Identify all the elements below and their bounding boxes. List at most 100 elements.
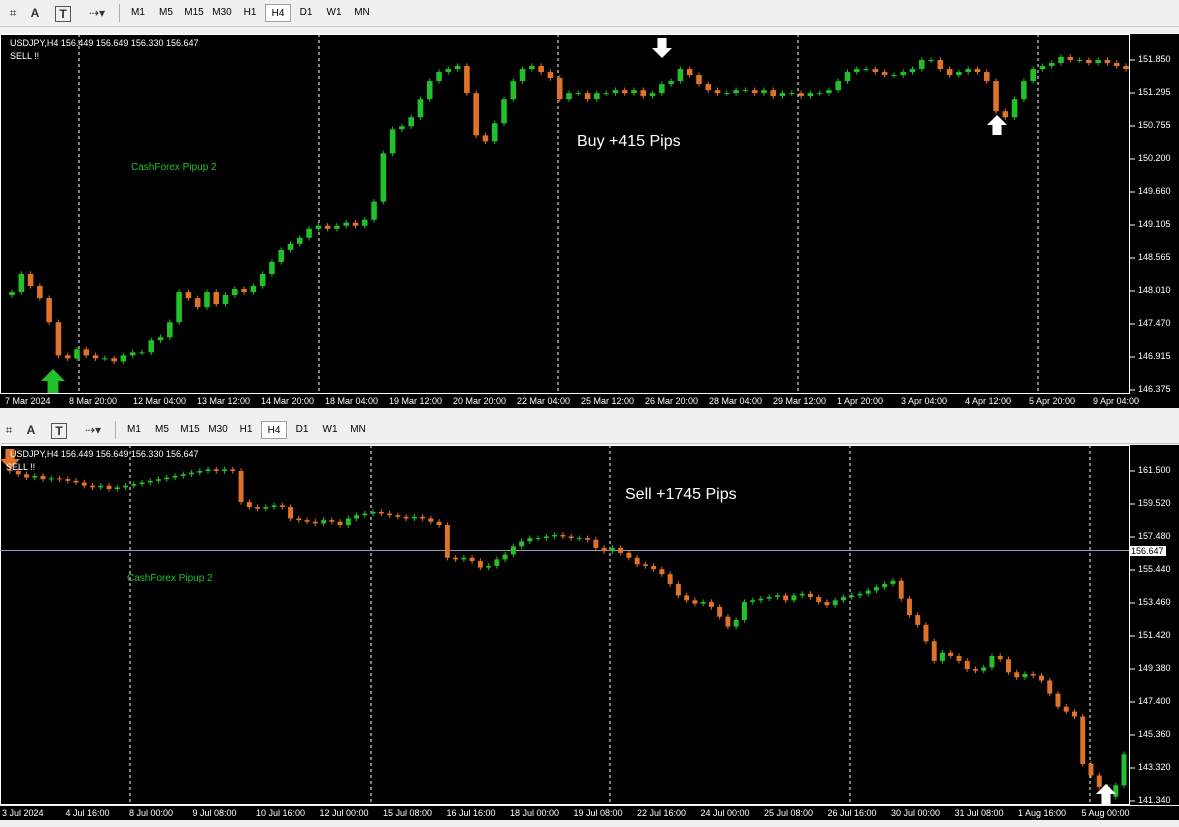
chart-top-canvas[interactable] <box>0 34 1179 394</box>
timeframe-m30[interactable]: M30 <box>205 421 231 439</box>
candle-bull <box>873 587 879 591</box>
candle-bull <box>677 69 684 82</box>
timeframe-m1[interactable]: M1 <box>121 421 147 439</box>
timeframe-m15[interactable]: M15 <box>181 4 207 22</box>
candle-bull <box>411 516 417 519</box>
candle-bear <box>324 225 331 229</box>
shapes-icon[interactable]: ⇢▾ <box>84 4 110 22</box>
timeframe-m5[interactable]: M5 <box>153 4 179 22</box>
candle-bear <box>230 469 236 471</box>
candle-bull <box>761 90 767 94</box>
candle-bull <box>250 286 257 293</box>
timeframe-h4[interactable]: H4 <box>265 4 291 22</box>
candle-bear <box>1080 716 1086 765</box>
timeframe-h1[interactable]: H1 <box>237 4 263 22</box>
timeframe-w1[interactable]: W1 <box>317 421 343 439</box>
candle-bull <box>123 485 129 488</box>
candle-bull <box>766 597 772 599</box>
buy-arrow-icon <box>987 115 1007 135</box>
candle-bull <box>552 534 558 537</box>
candle-bull <box>417 99 424 118</box>
candle-bull <box>370 511 376 514</box>
time-axis-label: 4 Jul 16:00 <box>65 808 110 818</box>
price-axis-label: 147.400 <box>1138 696 1171 706</box>
timeframe-h1[interactable]: H1 <box>233 421 259 439</box>
timeframe-mn[interactable]: MN <box>349 4 375 22</box>
timeframe-m1[interactable]: M1 <box>125 4 151 22</box>
price-axis-label: 148.010 <box>1138 285 1171 295</box>
candle-bull <box>197 471 203 473</box>
candle-bear <box>27 273 34 287</box>
timeframe-m5[interactable]: M5 <box>149 421 175 439</box>
candle-bear <box>725 616 731 627</box>
text-icon[interactable]: A <box>26 4 44 22</box>
chart-bottom-canvas[interactable] <box>0 445 1179 805</box>
candle-bear <box>1113 63 1120 67</box>
candle-bear <box>453 557 459 560</box>
candle-bear <box>651 565 657 570</box>
candle-bull <box>334 225 340 229</box>
candle-bull <box>148 340 155 353</box>
candle-bear <box>337 521 343 526</box>
price-axis-label: 141.340 <box>1138 795 1171 805</box>
crosshair-icon[interactable]: ⌗ <box>0 421 18 439</box>
candle-bull <box>724 93 730 95</box>
toolbar-bottom: ⌗ A T ⇢▾ M1 M5 M15 M30 H1 H4 D1 W1 MN <box>0 417 1179 444</box>
candle-bear <box>83 349 90 356</box>
time-axis-label: 3 Apr 04:00 <box>901 396 948 406</box>
timeframe-d1[interactable]: D1 <box>293 4 319 22</box>
candle-bear <box>696 75 702 85</box>
time-axis-label: 13 Mar 12:00 <box>197 396 251 406</box>
candle-bear <box>770 90 777 97</box>
candle-bull <box>205 469 211 471</box>
candle-bear <box>111 358 117 362</box>
time-axis-label: 28 Mar 04:00 <box>709 396 763 406</box>
candle-bull <box>510 81 517 100</box>
candle-bear <box>974 69 981 73</box>
text-label-icon[interactable]: T <box>55 6 71 22</box>
candle-bull <box>594 93 600 100</box>
shapes-icon[interactable]: ⇢▾ <box>80 421 106 439</box>
time-axis-label: 7 Mar 2024 <box>5 396 51 406</box>
candle-bear <box>923 624 929 642</box>
candle-bull <box>1021 81 1027 100</box>
candle-bear <box>983 72 990 82</box>
candle-bull <box>1095 60 1101 64</box>
time-axis-label: 19 Jul 08:00 <box>573 808 623 818</box>
candle-bear <box>57 478 62 480</box>
candle-bull <box>603 93 609 95</box>
candle-bull <box>222 469 228 471</box>
candle-bear <box>708 601 714 607</box>
candle-bear <box>568 536 574 539</box>
candle-bull <box>315 225 322 229</box>
time-axis-label: 14 Mar 20:00 <box>261 396 315 406</box>
timeframe-d1[interactable]: D1 <box>289 421 315 439</box>
candle-bear <box>64 355 71 359</box>
time-axis-label: 26 Jul 16:00 <box>827 808 877 818</box>
timeframe-mn[interactable]: MN <box>345 421 371 439</box>
time-axis-label: 20 Mar 20:00 <box>453 396 507 406</box>
result-pips: Sell +1745 Pips <box>625 486 737 503</box>
time-axis-label: 24 Jul 00:00 <box>700 808 750 818</box>
candle-bear <box>972 669 978 671</box>
buy-arrow-icon <box>41 369 65 393</box>
price-axis-label: 155.440 <box>1138 564 1171 574</box>
chart-top[interactable]: USDJPY,H4 156.449 156.649 156.330 156.64… <box>0 34 1179 394</box>
crosshair-icon[interactable]: ⌗ <box>4 4 22 22</box>
candle-bear <box>1072 711 1077 717</box>
candle-bear <box>675 583 681 596</box>
timeframe-w1[interactable]: W1 <box>321 4 347 22</box>
timeframe-h4[interactable]: H4 <box>261 421 287 439</box>
candle-bull <box>114 487 120 490</box>
candle-bull <box>74 349 80 359</box>
candle-bull <box>668 81 674 85</box>
text-icon[interactable]: A <box>22 421 40 439</box>
candle-bear <box>692 600 698 604</box>
toolbar-separator <box>119 4 120 22</box>
candle-bear <box>906 598 912 616</box>
text-label-icon[interactable]: T <box>51 423 67 439</box>
candle-bear <box>185 292 192 299</box>
timeframe-m15[interactable]: M15 <box>177 421 203 439</box>
chart-bottom[interactable]: USDJPY,H4 156.449 156.649 156.330 156.64… <box>0 445 1179 805</box>
timeframe-m30[interactable]: M30 <box>209 4 235 22</box>
